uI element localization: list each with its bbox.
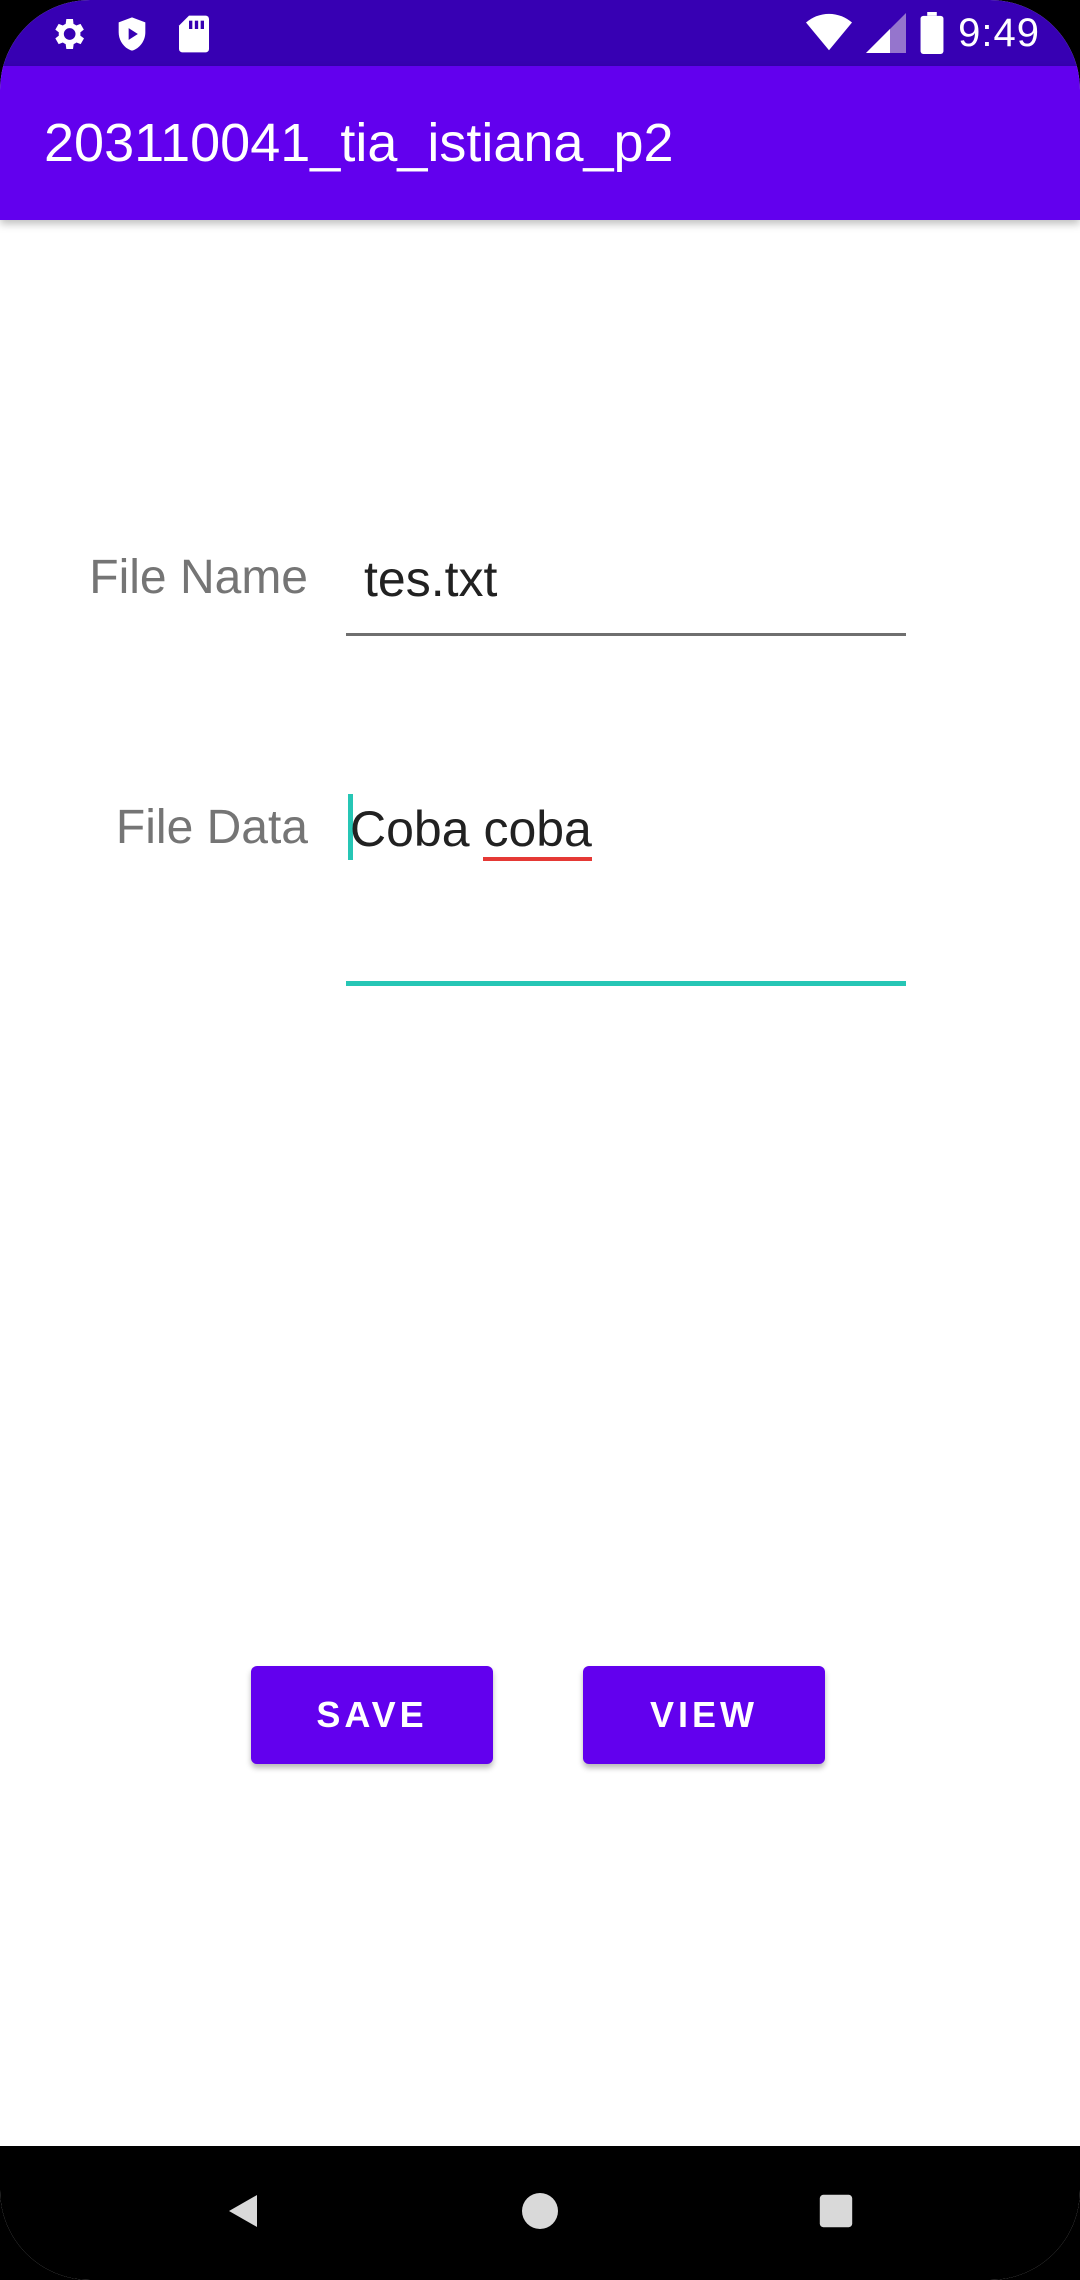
device-screen: 9:49 203110041_tia_istiana_p2 File Name … (0, 0, 1080, 2280)
status-right-icons: 9:49 (806, 8, 1040, 58)
settings-icon (48, 14, 88, 54)
back-button[interactable] (183, 2146, 303, 2280)
home-button[interactable] (480, 2146, 600, 2280)
status-time: 9:49 (958, 10, 1040, 55)
recents-icon (818, 2193, 854, 2234)
file-data-input[interactable]: Coba coba (346, 780, 906, 986)
back-icon (223, 2191, 263, 2236)
file-data-underline (346, 981, 906, 986)
file-data-value: Coba coba (350, 801, 592, 861)
app-bar: 203110041_tia_istiana_p2 (0, 66, 1080, 220)
view-button[interactable]: VIEW (583, 1666, 825, 1764)
app-title: 203110041_tia_istiana_p2 (44, 113, 674, 173)
status-left-icons (48, 10, 212, 58)
wifi-icon (806, 13, 853, 53)
file-data-label: File Data (115, 801, 308, 854)
home-icon (520, 2191, 560, 2236)
navigation-bar (0, 2146, 1080, 2280)
file-name-label: File Name (89, 551, 308, 604)
save-button[interactable]: SAVE (251, 1666, 493, 1764)
file-name-input[interactable]: tes.txt (346, 520, 906, 636)
spellcheck-word: coba (483, 801, 592, 861)
play-protect-icon (112, 14, 152, 54)
main-content: File Name tes.txt File Data Coba coba (0, 220, 1080, 2146)
cellular-signal-icon (866, 13, 907, 53)
file-data-word-1: Coba (350, 801, 484, 857)
sd-card-icon (176, 14, 212, 54)
file-name-underline (346, 633, 906, 636)
file-name-value: tes.txt (364, 551, 498, 607)
status-bar: 9:49 (0, 0, 1080, 66)
recents-button[interactable] (776, 2146, 896, 2280)
battery-icon (920, 12, 944, 54)
